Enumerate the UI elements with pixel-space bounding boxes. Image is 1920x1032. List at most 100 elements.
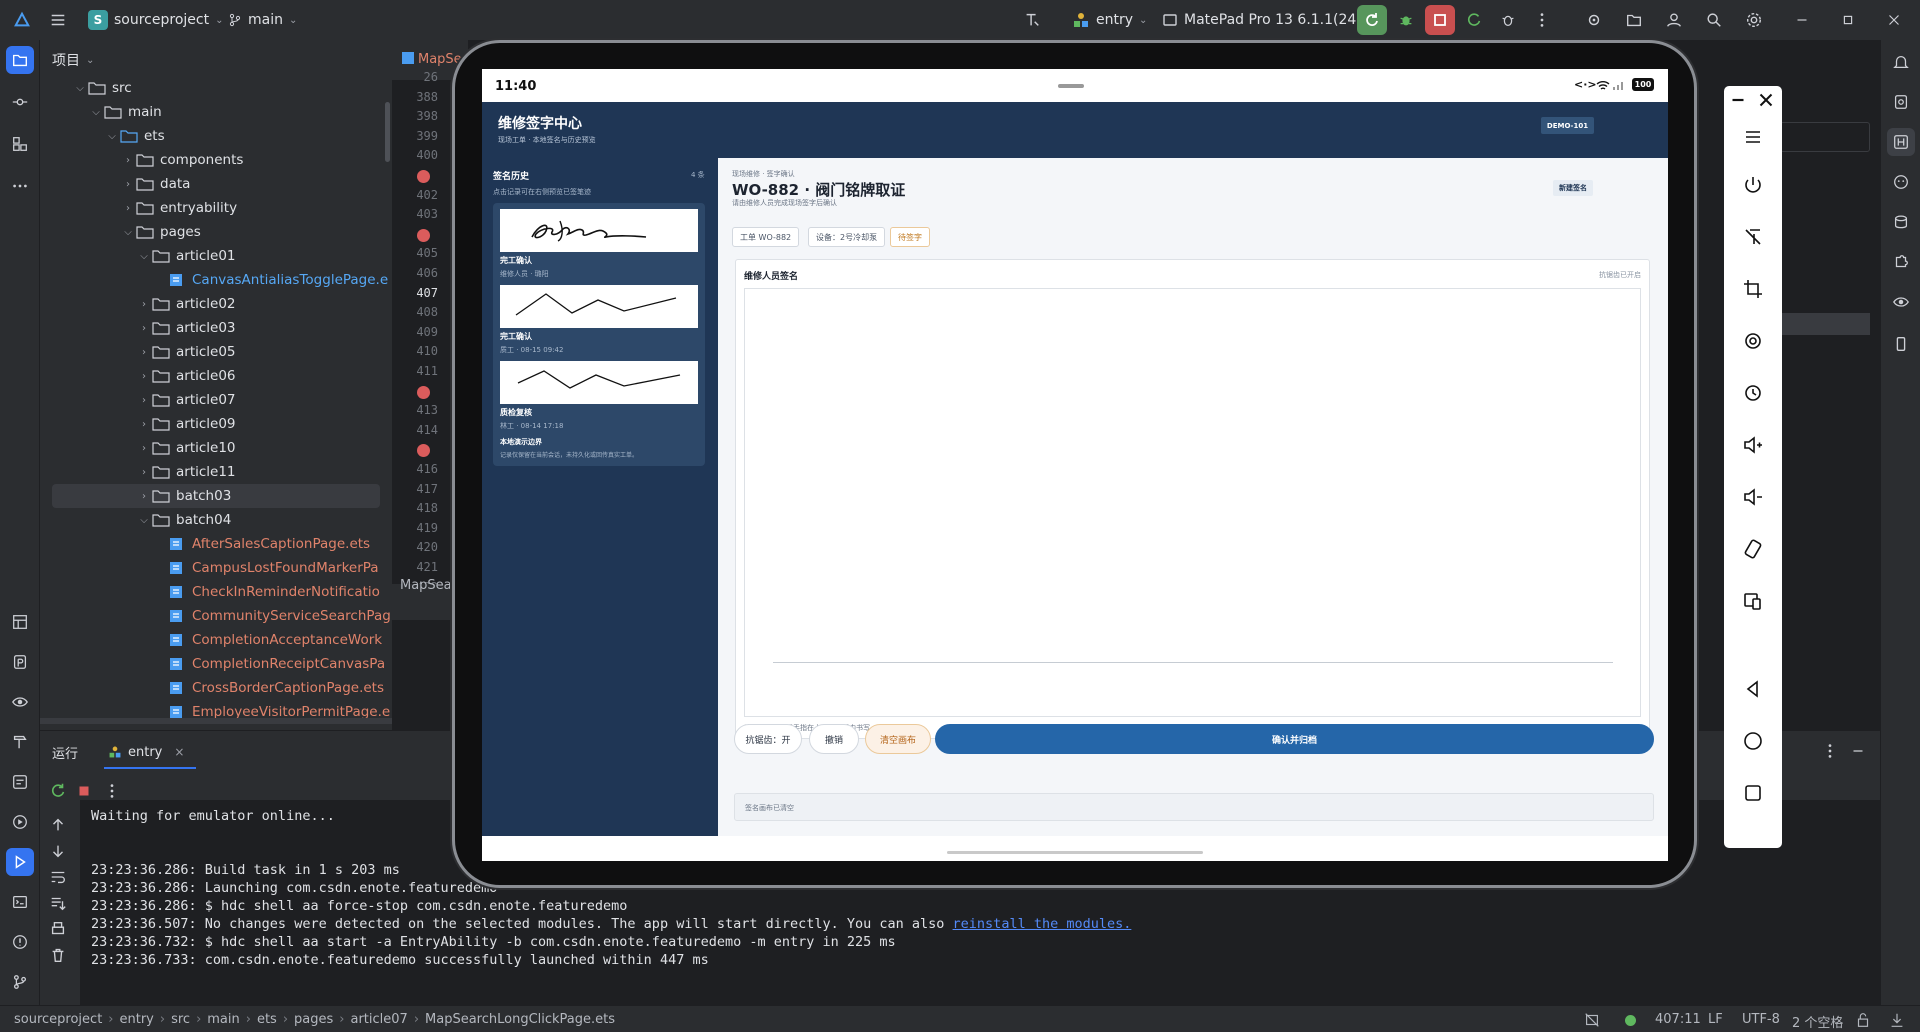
structure-tool-button[interactable] [6, 130, 34, 158]
home-icon[interactable] [1739, 727, 1767, 755]
build-tool-button[interactable] [6, 728, 34, 756]
tree-folder-item[interactable]: ⌵ article01 [136, 244, 235, 268]
chevron-right-icon[interactable]: › [136, 491, 152, 502]
more-vertical-icon[interactable] [1528, 6, 1556, 34]
chevron-right-icon[interactable]: › [136, 443, 152, 454]
tree-folder-item[interactable]: › entryability [120, 196, 237, 220]
print-icon[interactable] [44, 915, 72, 943]
history-card[interactable]: 质检复核 林工 · 08-14 17:18 [493, 355, 705, 439]
breadcrumb-item[interactable]: article07 [350, 1012, 407, 1027]
power-icon[interactable] [1739, 171, 1767, 199]
crop-icon[interactable] [1739, 275, 1767, 303]
tree-file-item[interactable]: CompletionReceiptCanvasPa [152, 652, 385, 676]
chevron-down-icon[interactable]: ⌵ [88, 107, 104, 118]
chevron-down-icon[interactable]: ⌵ [136, 251, 152, 262]
plugin-icon[interactable] [1580, 6, 1608, 34]
text-format-icon[interactable] [1018, 6, 1046, 34]
run-config-selector[interactable]: entry ⌄ [1072, 0, 1147, 40]
project-switcher[interactable]: S sourceproject ⌄ [88, 0, 223, 40]
breakpoint-icon[interactable] [417, 385, 430, 399]
tree-folder-item[interactable]: › article02 [136, 292, 236, 316]
chevron-right-icon[interactable]: › [136, 299, 152, 310]
chevron-right-icon[interactable]: › [136, 371, 152, 382]
tree-folder-item[interactable]: › article06 [136, 364, 236, 388]
tree-file-item[interactable]: CampusLostFoundMarkerPa [152, 556, 379, 580]
device-selector[interactable]: MatePad Pro 13 6.1.1(24) ⌄ [1162, 0, 1376, 40]
commit-tool-button[interactable] [6, 88, 34, 116]
confirm-archive-button[interactable]: 确认并归档 [935, 724, 1654, 754]
chevron-right-icon[interactable]: › [120, 203, 136, 214]
apply-changes-icon[interactable] [1460, 6, 1488, 34]
line-separator[interactable]: LF [1708, 1012, 1723, 1027]
tree-file-item[interactable]: CheckInReminderNotificatio [152, 580, 380, 604]
editor-tab[interactable]: MapSe [402, 52, 462, 67]
new-signature-button[interactable]: 新建签名 [1553, 180, 1593, 196]
chevron-right-icon[interactable]: › [120, 155, 136, 166]
stop-button[interactable] [1425, 5, 1455, 35]
chevron-down-icon[interactable]: ⌵ [104, 131, 120, 142]
phone-icon[interactable] [1887, 330, 1915, 358]
tree-file-item[interactable]: AfterSalesCaptionPage.ets [152, 532, 370, 556]
more-tools-button[interactable] [6, 172, 34, 200]
tree-folder-item[interactable]: › batch03 [136, 484, 231, 508]
minimize-icon[interactable] [1788, 6, 1816, 34]
codegenie-icon[interactable] [1887, 168, 1915, 196]
breakpoint-icon[interactable] [417, 444, 430, 458]
editor-bottom-tab[interactable]: MapSear [400, 578, 457, 593]
account-icon[interactable] [1660, 6, 1688, 34]
tree-file-item[interactable]: CompletionAcceptanceWork [152, 628, 382, 652]
breadcrumb-item[interactable]: src [171, 1012, 190, 1027]
restore-icon[interactable] [1834, 6, 1862, 34]
preview-tool-button[interactable] [6, 648, 34, 676]
terminal-tool-button[interactable] [6, 888, 34, 916]
problems-tool-button[interactable] [6, 928, 34, 956]
tree-file-item[interactable]: CrossBorderCaptionPage.ets [152, 676, 384, 700]
rotate-device-icon[interactable] [1739, 535, 1767, 563]
tree-folder-item[interactable]: › article07 [136, 388, 236, 412]
chevron-down-icon[interactable]: ⌵ [136, 515, 152, 526]
database-icon[interactable] [1887, 208, 1915, 236]
device-screen[interactable]: 11:40 <·> 100 维修签字中心 现场工单 · 本地签名与历史预览 DE… [482, 69, 1668, 861]
chevron-down-icon[interactable]: ⌵ [72, 83, 88, 94]
run-tool-button[interactable] [6, 848, 34, 876]
close-tab-icon[interactable]: × [174, 745, 184, 759]
puzzle-icon[interactable] [1887, 248, 1915, 276]
branch-switcher[interactable]: main ⌄ [228, 0, 297, 40]
rerun-button[interactable] [1357, 5, 1387, 35]
tree-folder-item[interactable]: ⌵ batch04 [136, 508, 231, 532]
project-panel-header[interactable]: 项目 ⌄ [40, 40, 392, 80]
chevron-right-icon[interactable]: › [136, 419, 152, 430]
indent-setting[interactable]: 2 个空格 [1792, 1012, 1843, 1031]
breadcrumb-item[interactable]: main [207, 1012, 239, 1027]
tree-horizontal-scrollbar[interactable] [40, 718, 392, 724]
main-menu-icon[interactable] [44, 6, 72, 34]
run-tab-entry[interactable]: entry × [104, 737, 197, 769]
chevron-down-icon[interactable]: ⌵ [120, 227, 136, 238]
right-panel-input[interactable] [1780, 122, 1870, 152]
back-icon[interactable] [1739, 675, 1767, 703]
signature-canvas[interactable] [744, 288, 1641, 717]
breadcrumb-item[interactable]: pages [294, 1012, 333, 1027]
screenshot-icon[interactable] [1739, 379, 1767, 407]
scroll-end-icon[interactable] [44, 889, 72, 917]
eye-icon[interactable] [1887, 288, 1915, 316]
breadcrumb-item[interactable]: sourceproject [14, 1012, 102, 1027]
tree-folder-item[interactable]: ⌵ ets [104, 124, 164, 148]
profiler-icon[interactable] [1494, 6, 1522, 34]
more-vertical-icon[interactable] [1816, 737, 1844, 765]
inspector-tool-button[interactable] [6, 688, 34, 716]
file-encoding[interactable]: UTF-8 [1742, 1012, 1780, 1027]
volume-up-icon[interactable] [1739, 431, 1767, 459]
rotate-icon[interactable] [1739, 327, 1767, 355]
hilog-icon[interactable] [1887, 128, 1915, 156]
undo-button[interactable]: 撤销 [809, 724, 859, 754]
emulator-menu-icon[interactable] [1739, 123, 1767, 151]
log-tool-button[interactable] [6, 768, 34, 796]
gear-icon[interactable] [1740, 6, 1768, 34]
tree-file-item[interactable]: CommunityServiceSearchPag [152, 604, 391, 628]
tree-folder-item[interactable]: ⌵ main [88, 100, 162, 124]
soft-wrap-icon[interactable] [44, 863, 72, 891]
chevron-right-icon[interactable]: › [136, 347, 152, 358]
chevron-right-icon[interactable]: › [120, 179, 136, 190]
chevron-right-icon[interactable]: › [136, 467, 152, 478]
